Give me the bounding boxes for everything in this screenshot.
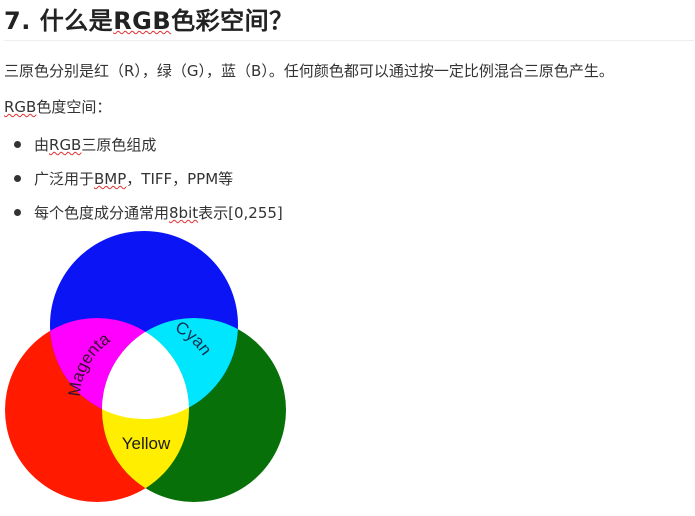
section-heading: 7. 什么是RGB色彩空间？ — [4, 0, 694, 41]
rgb-space-label: RGB色度空间： — [4, 96, 111, 117]
yellow-label: Yellow — [122, 434, 171, 453]
heading-suffix: 色彩空间？ — [171, 7, 294, 35]
list-item: 由RGB三原色组成 — [0, 128, 283, 162]
heading-term-rgb: RGB — [113, 7, 172, 35]
rgb-venn-diagram: Magenta Cyan Yellow — [0, 230, 300, 516]
bullet-dot-icon — [14, 141, 21, 148]
intro-paragraph: 三原色分别是红（R），绿（G），蓝（B）。任何颜色都可以通过按一定比例混合三原色… — [4, 62, 614, 80]
list-item-term: BMP — [94, 170, 127, 188]
subhead-term-rgb: RGB — [4, 98, 37, 116]
list-item-term: RGB — [49, 136, 82, 154]
list-item: 每个色度成分通常用8bit表示[0,255] — [0, 196, 283, 230]
list-item-suffix: 表示[0,255] — [198, 204, 283, 222]
heading-text: 7. 什么是RGB色彩空间？ — [4, 1, 294, 36]
list-item-suffix: 三原色组成 — [81, 136, 157, 154]
list-item-prefix: 广泛用于 — [34, 170, 95, 188]
bullet-dot-icon — [14, 209, 21, 216]
list-item-term: 8bit — [169, 204, 199, 222]
heading-number: 7. — [4, 7, 31, 35]
list-item-prefix: 由 — [34, 136, 50, 154]
feature-list: 由RGB三原色组成 广泛用于BMP，TIFF，PPM等 每个色度成分通常用8bi… — [0, 128, 283, 230]
list-item-prefix: 每个色度成分通常用 — [34, 204, 170, 222]
heading-prefix: 什么是 — [39, 7, 114, 35]
bullet-dot-icon — [14, 175, 21, 182]
list-item-suffix: ，TIFF，PPM等 — [126, 170, 234, 188]
subhead-rest: 色度空间： — [36, 98, 112, 116]
list-item: 广泛用于BMP，TIFF，PPM等 — [0, 162, 283, 196]
